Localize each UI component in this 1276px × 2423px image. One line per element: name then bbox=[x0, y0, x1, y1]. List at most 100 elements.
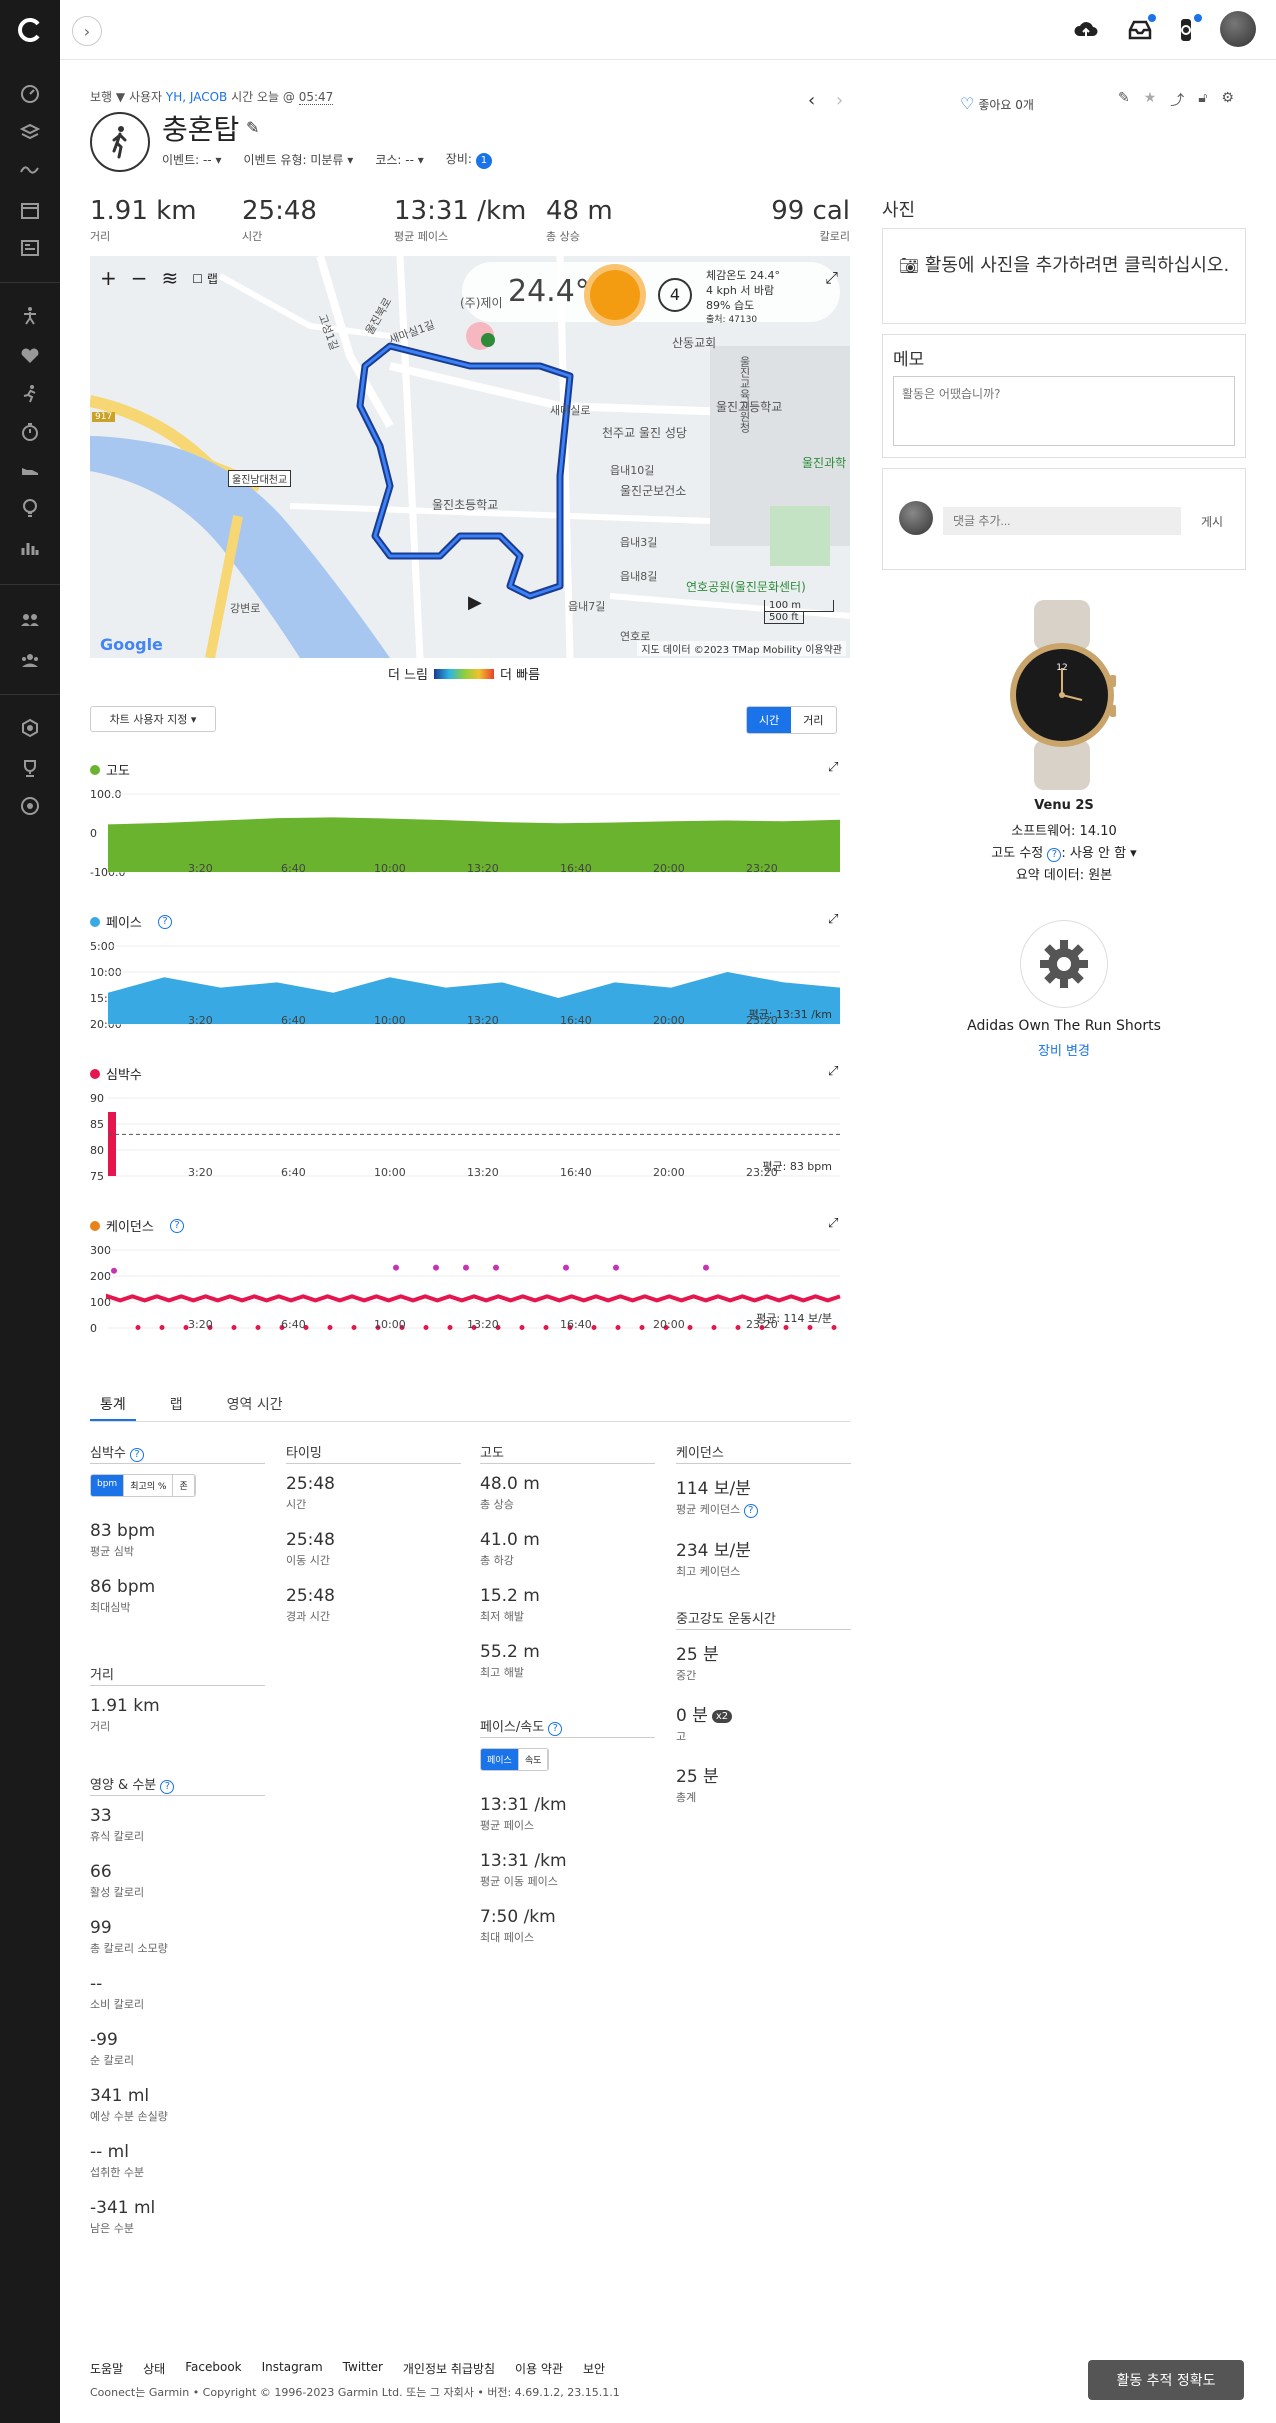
dashboard-icon[interactable] bbox=[20, 84, 40, 104]
footer-link-security[interactable]: 보안 bbox=[583, 2360, 605, 2377]
footer-link-twitter[interactable]: Twitter bbox=[343, 2360, 383, 2377]
footer-link-help[interactable]: 도움말 bbox=[90, 2360, 123, 2377]
tab-laps[interactable]: 랩 bbox=[160, 1390, 193, 1421]
edit-icon[interactable]: ✎ bbox=[1118, 90, 1130, 110]
course-select[interactable]: 코스: -- ▾ bbox=[375, 151, 423, 168]
stat-label: 최고 해발 bbox=[480, 1666, 524, 1679]
expand-chart-icon[interactable]: ⤢ bbox=[828, 912, 838, 927]
groups-icon[interactable] bbox=[20, 650, 40, 670]
expand-sidebar-button[interactable]: › bbox=[72, 16, 102, 46]
share-icon[interactable]: ⤴ bbox=[1170, 90, 1184, 110]
post-comment-button[interactable]: 게시 bbox=[1201, 513, 1223, 530]
event-select[interactable]: 이벤트: -- ▾ bbox=[162, 151, 221, 168]
inbox-icon[interactable] bbox=[1126, 14, 1156, 44]
reports-icon[interactable] bbox=[20, 538, 40, 558]
laps-checkbox[interactable]: ☐ 랩 bbox=[192, 270, 218, 287]
garmin-connect-logo[interactable] bbox=[16, 16, 44, 44]
edit-title-icon[interactable]: ✎ bbox=[246, 118, 259, 137]
footer-link-instagram[interactable]: Instagram bbox=[262, 2360, 323, 2377]
elevation-correction[interactable]: 고도 수정 ?: 사용 안 함 ▾ bbox=[882, 842, 1246, 862]
zoom-out-button[interactable]: − bbox=[131, 266, 148, 290]
zone-toggle[interactable]: 존 bbox=[173, 1475, 195, 1496]
stopwatch-icon[interactable] bbox=[20, 422, 40, 442]
customize-charts-button[interactable]: 차트 사용자 지정 ▾ bbox=[90, 706, 216, 732]
user-avatar[interactable] bbox=[1220, 11, 1256, 47]
connections-icon[interactable] bbox=[20, 610, 40, 630]
bpm-toggle[interactable]: bpm bbox=[91, 1475, 125, 1496]
user-link[interactable]: YH, JACOB bbox=[166, 90, 227, 104]
change-gear-link[interactable]: 장비 변경 bbox=[882, 1040, 1246, 1059]
lock-icon[interactable]: 🔓︎ bbox=[1198, 90, 1207, 110]
speed-toggle[interactable]: 속도 bbox=[519, 1749, 549, 1770]
footer-link-privacy[interactable]: 개인정보 취급방침 bbox=[403, 2360, 495, 2377]
help-icon[interactable]: ? bbox=[158, 914, 173, 929]
stat-value: 0 분 bbox=[676, 1706, 708, 1726]
settings-gear-icon[interactable]: ⚙ bbox=[1221, 90, 1234, 110]
map-fullscreen-icon[interactable]: ⤢ bbox=[825, 268, 838, 288]
map-terms-link[interactable]: 이용약관 bbox=[805, 645, 842, 656]
activity-map[interactable]: + − ≋ ☐ 랩 24.4° 4 체감온도 24.4° 4 kph 서 바람 … bbox=[90, 256, 850, 658]
wind-speed-icon: 4 bbox=[658, 278, 692, 312]
footer-link-status[interactable]: 상태 bbox=[143, 2360, 165, 2377]
upload-cloud-icon[interactable] bbox=[1072, 16, 1100, 44]
play-route-button[interactable]: ▶ bbox=[468, 592, 482, 613]
visibility-label[interactable]: 보행 bbox=[90, 90, 112, 104]
expand-chart-icon[interactable]: ⤢ bbox=[828, 760, 838, 775]
time-toggle[interactable]: 시간 bbox=[747, 707, 792, 733]
event-type-select[interactable]: 이벤트 유형: 미분류 ▾ bbox=[243, 151, 353, 168]
activity-title[interactable]: 충혼탑 bbox=[162, 108, 239, 148]
news-icon[interactable] bbox=[20, 238, 40, 258]
like-button[interactable]: ♡ 좋아요 0개 bbox=[960, 94, 1034, 113]
section-title: 영양 & 수분 bbox=[90, 1778, 157, 1793]
notes-textarea[interactable] bbox=[893, 376, 1235, 446]
training-icon[interactable] bbox=[20, 306, 40, 326]
badges-icon[interactable] bbox=[20, 718, 40, 738]
help-icon[interactable]: ? bbox=[1047, 848, 1062, 862]
pace-toggle[interactable]: 페이스 bbox=[481, 1749, 519, 1770]
tab-stats[interactable]: 통계 bbox=[90, 1390, 136, 1421]
gear-icon[interactable] bbox=[1020, 920, 1108, 1008]
footer-link-terms[interactable]: 이용 약관 bbox=[515, 2360, 563, 2377]
zoom-in-button[interactable]: + bbox=[100, 266, 117, 290]
pace-chart[interactable]: 5:0010:0015:0020:00평균: 13:31 /km3:20 6:40… bbox=[90, 936, 850, 1030]
elevation-chart[interactable]: 100.00-100.0 3:20 6:40 10:00 13:20 16:40 20:00… bbox=[90, 784, 850, 878]
comment-input[interactable] bbox=[943, 507, 1181, 535]
watch-device-icon[interactable] bbox=[1172, 14, 1202, 44]
pace-speed-section: 페이스/속도 ? 페이스 속도 13:31 /km 평균 페이스 13:31 /km… bbox=[480, 1716, 655, 1963]
previous-activity-button[interactable]: ‹ bbox=[808, 90, 815, 111]
gear-field[interactable]: 장비: 1 bbox=[446, 150, 492, 169]
calendar-icon[interactable] bbox=[20, 200, 40, 220]
device-name[interactable]: Venu 2S bbox=[882, 798, 1246, 813]
target-icon[interactable] bbox=[20, 796, 40, 816]
map-layers-icon[interactable]: ≋ bbox=[162, 266, 179, 290]
activity-accuracy-button[interactable]: 활동 추적 정확도 bbox=[1088, 2360, 1244, 2400]
add-photo-button[interactable]: 📷︎ 활동에 사진을 추가하려면 클릭하십시오. bbox=[882, 228, 1246, 324]
expand-chart-icon[interactable]: ⤢ bbox=[828, 1216, 838, 1231]
wind-text: 4 kph 서 바람 bbox=[706, 284, 775, 297]
commenter-avatar bbox=[899, 501, 933, 535]
activity-time[interactable]: 05:47 bbox=[298, 90, 334, 105]
trophy-icon[interactable] bbox=[20, 758, 40, 778]
running-icon[interactable] bbox=[20, 384, 40, 404]
star-icon[interactable]: ★ bbox=[1144, 90, 1157, 110]
activity-wave-icon[interactable] bbox=[20, 160, 40, 180]
elev-correction-value: : 사용 안 함 bbox=[1061, 846, 1127, 861]
heart-rate-chart[interactable]: 90858075평균: 83 bpm3:20 6:40 10:00 13:20 16:4… bbox=[90, 1088, 850, 1182]
stat-value: 99 cal bbox=[771, 196, 850, 226]
cadence-chart[interactable]: 3002001000평균: 114 보/분3:20 6:40 10:00 13:20 1… bbox=[90, 1240, 850, 1334]
bulb-icon[interactable] bbox=[20, 498, 40, 518]
footer-link-facebook[interactable]: Facebook bbox=[185, 2360, 241, 2377]
shoe-icon[interactable] bbox=[20, 460, 40, 480]
health-heart-icon[interactable] bbox=[20, 346, 40, 366]
help-icon[interactable]: ? bbox=[548, 1722, 563, 1736]
layers-icon[interactable] bbox=[19, 122, 41, 142]
help-icon[interactable]: ? bbox=[160, 1780, 175, 1794]
help-icon[interactable]: ? bbox=[130, 1448, 145, 1462]
expand-chart-icon[interactable]: ⤢ bbox=[828, 1064, 838, 1079]
distance-toggle[interactable]: 거리 bbox=[791, 707, 835, 733]
help-icon[interactable]: ? bbox=[743, 1504, 758, 1518]
tab-zones[interactable]: 영역 시간 bbox=[217, 1390, 293, 1421]
max-percent-toggle[interactable]: 최고의 % bbox=[124, 1475, 174, 1496]
help-icon[interactable]: ? bbox=[169, 1218, 184, 1233]
next-activity-button[interactable]: › bbox=[836, 90, 843, 111]
